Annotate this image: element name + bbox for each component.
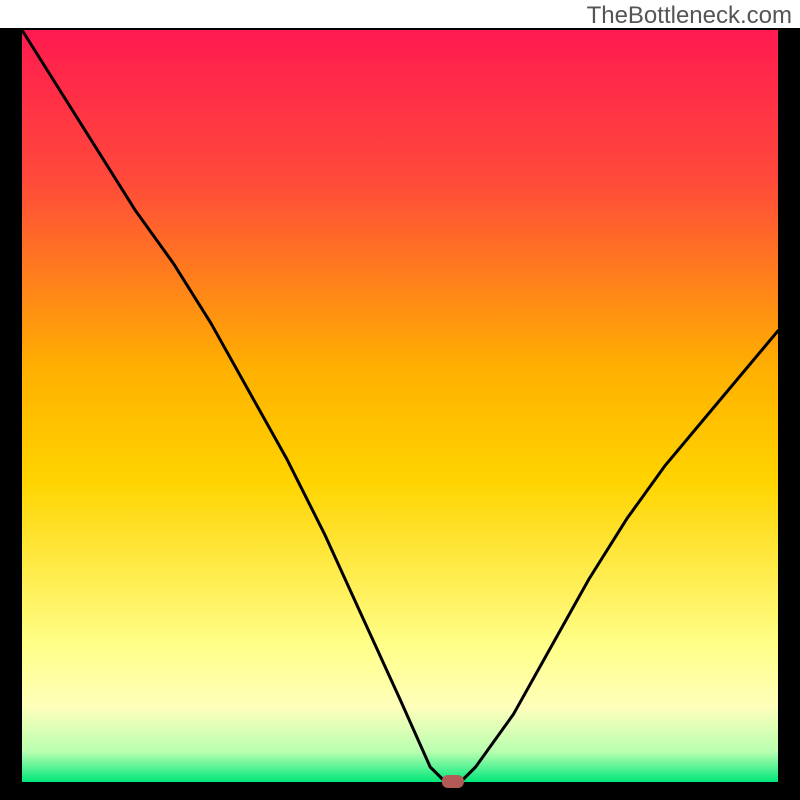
- bottleneck-chart: TheBottleneck.com: [0, 0, 800, 800]
- watermark-text: TheBottleneck.com: [587, 2, 792, 30]
- optimum-marker: [442, 775, 464, 788]
- chart-canvas: [0, 0, 800, 800]
- plot-background: [22, 30, 778, 782]
